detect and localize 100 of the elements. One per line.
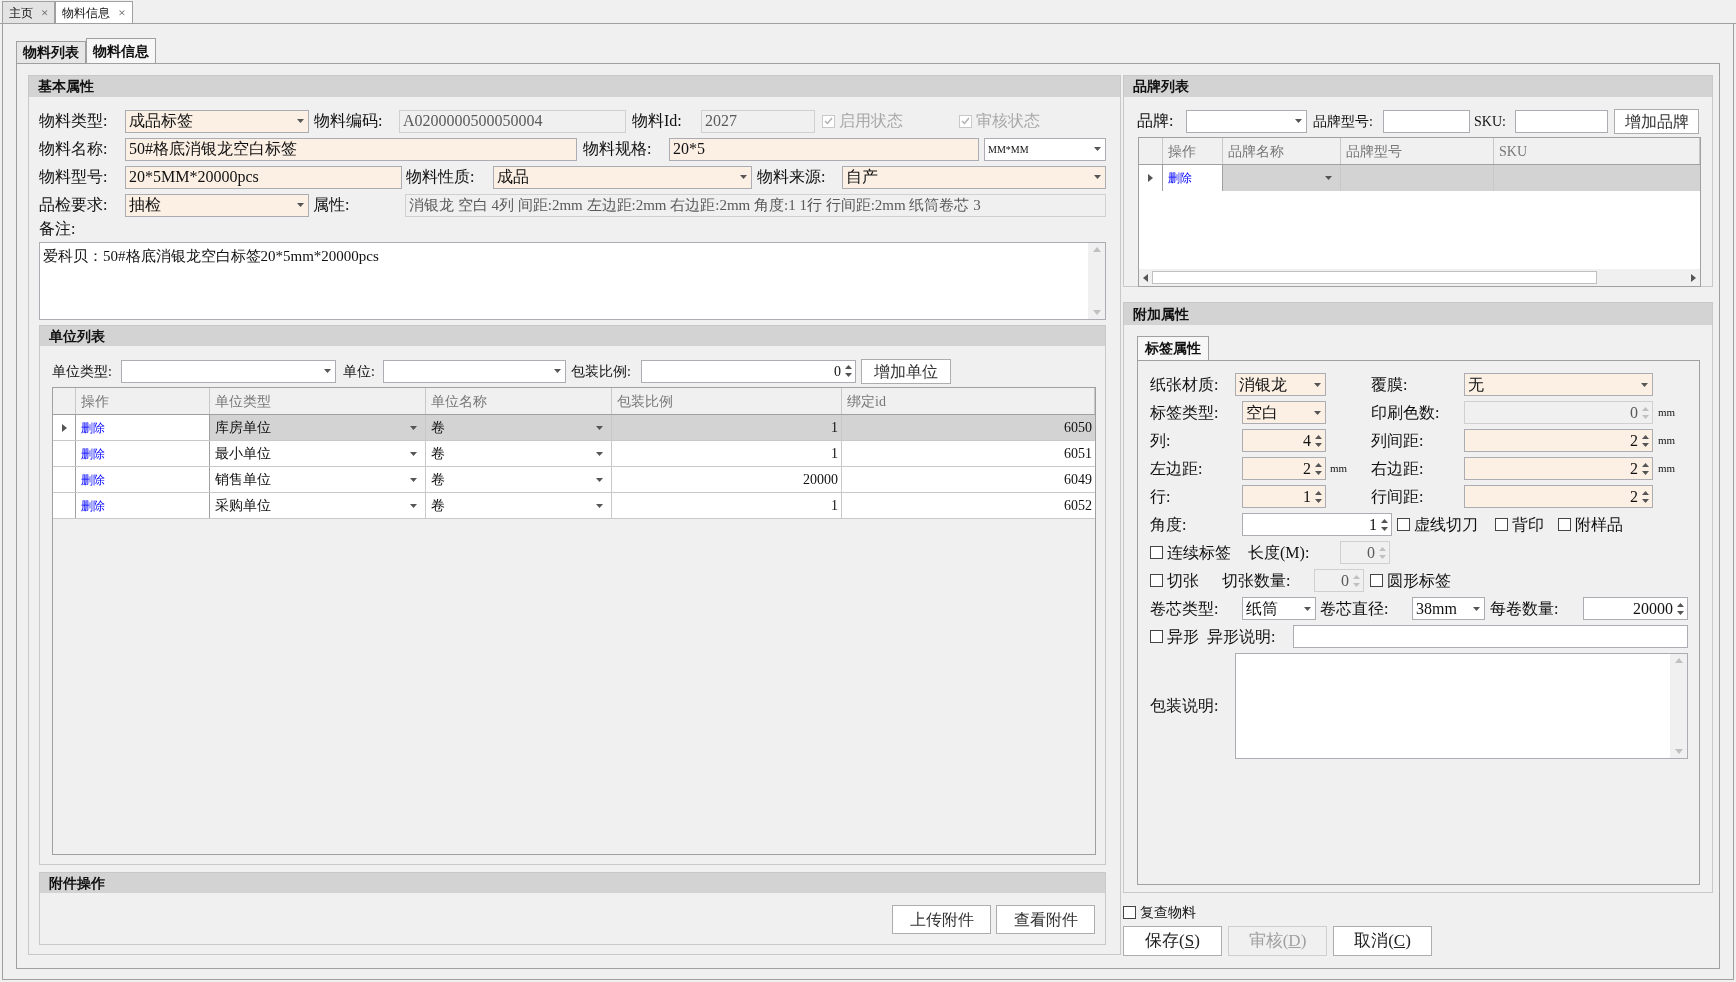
column-header[interactable]: SKU: [1494, 138, 1700, 164]
scroll-down-icon[interactable]: [1092, 310, 1101, 315]
table-row[interactable]: 删除: [1139, 165, 1700, 191]
scroll-right-icon[interactable]: [1691, 273, 1696, 282]
number-field[interactable]: 2: [1464, 457, 1653, 480]
checkbox[interactable]: 异形: [1150, 624, 1207, 649]
action-button[interactable]: 保存(S): [1123, 926, 1222, 956]
dropdown[interactable]: 纸筒: [1242, 597, 1316, 620]
number-field[interactable]: 1: [1242, 513, 1392, 536]
column-header[interactable]: 操作: [1163, 138, 1223, 164]
scroll-up-icon[interactable]: [1674, 658, 1683, 663]
number-field[interactable]: 2: [1464, 429, 1653, 452]
checkbox[interactable]: 虚线切刀: [1397, 512, 1495, 537]
dropdown[interactable]: 38mm: [1412, 597, 1485, 620]
table-cell[interactable]: 采购单位: [210, 493, 426, 518]
close-button[interactable]: ×: [41, 2, 49, 23]
dropdown[interactable]: 空白: [1242, 401, 1326, 424]
number-field[interactable]: 20000: [1583, 597, 1688, 620]
delete-link[interactable]: 删除: [81, 496, 105, 515]
spin-arrows-icon[interactable]: [1315, 489, 1322, 504]
table-cell[interactable]: 销售单位: [210, 467, 426, 492]
dropdown[interactable]: [121, 359, 336, 383]
column-header[interactable]: 品牌型号: [1341, 138, 1494, 164]
text-field[interactable]: 50#格底消银龙空白标签: [125, 137, 577, 161]
table-row[interactable]: 删除 采购单位 卷 1 6052: [53, 493, 1095, 519]
document-tab[interactable]: 主页 ×: [2, 1, 56, 23]
column-header[interactable]: 操作: [76, 388, 210, 414]
checkbox[interactable]: 背印: [1495, 512, 1558, 537]
unit-label: mm: [1657, 433, 1677, 449]
number-field[interactable]: 4: [1242, 429, 1326, 452]
checkbox[interactable]: 连续标签: [1150, 540, 1248, 565]
remark-field[interactable]: 爱科贝：50#格底消银龙空白标签20*5mm*20000pcs: [39, 242, 1106, 320]
spin-arrows-icon[interactable]: [1315, 433, 1322, 448]
table-cell-text: 6049: [1063, 471, 1093, 489]
add-button[interactable]: 增加品牌: [1614, 108, 1699, 134]
spin-arrows-icon[interactable]: [1315, 461, 1322, 476]
vertical-scrollbar[interactable]: [1088, 243, 1105, 319]
column-header[interactable]: 单位名称: [426, 388, 612, 414]
packing-field[interactable]: [1235, 653, 1688, 759]
table-cell[interactable]: 卷: [426, 493, 612, 518]
dropdown[interactable]: [383, 359, 566, 383]
dropdown[interactable]: 消银龙: [1235, 373, 1326, 396]
add-button[interactable]: 增加单位: [861, 358, 951, 384]
table-row[interactable]: 删除 最小单位 卷 1 6051: [53, 441, 1095, 467]
table-cell[interactable]: 卷: [426, 441, 612, 466]
close-button[interactable]: ×: [118, 2, 126, 23]
checkbox[interactable]: 切张: [1150, 568, 1222, 593]
text-field[interactable]: 20*5: [669, 137, 979, 161]
column-header[interactable]: 包装比例: [612, 388, 842, 414]
table-cell[interactable]: 卷: [426, 415, 612, 440]
dropdown[interactable]: 无: [1464, 373, 1653, 396]
checkbox[interactable]: 复查物料: [1123, 904, 1196, 920]
action-button[interactable]: 取消(C): [1333, 926, 1432, 956]
vertical-scrollbar[interactable]: [1670, 654, 1687, 758]
dropdown[interactable]: MM*MM: [984, 137, 1106, 161]
scroll-up-icon[interactable]: [1092, 247, 1101, 252]
spin-arrows-icon[interactable]: [1642, 489, 1649, 504]
text-field[interactable]: [1293, 625, 1688, 648]
page-tab[interactable]: 物料列表: [16, 41, 86, 63]
page-tab[interactable]: 物料信息: [86, 38, 156, 63]
table-cell: 20000: [612, 467, 842, 492]
checkbox[interactable]: 附样品: [1558, 512, 1638, 537]
text-field[interactable]: [1515, 109, 1608, 133]
dropdown[interactable]: [1186, 109, 1307, 133]
dropdown[interactable]: 成品标签: [125, 109, 309, 133]
properties-tab[interactable]: 标签属性: [1137, 336, 1209, 360]
table-cell[interactable]: 卷: [426, 467, 612, 492]
attachment-button[interactable]: 查看附件: [996, 905, 1095, 934]
spin-arrows-icon[interactable]: [1677, 601, 1684, 616]
text-field[interactable]: [1383, 109, 1470, 133]
column-header[interactable]: 单位类型: [210, 388, 426, 414]
scroll-down-icon[interactable]: [1674, 749, 1683, 754]
field-label: 行:: [1150, 486, 1172, 507]
attachment-button[interactable]: 上传附件: [892, 905, 991, 934]
column-header[interactable]: 品牌名称: [1223, 138, 1341, 164]
caret-icon: [297, 119, 304, 123]
table-row[interactable]: 删除 销售单位 卷 20000 6049: [53, 467, 1095, 493]
document-tab[interactable]: 物料信息 ×: [55, 1, 133, 23]
text-field[interactable]: 20*5MM*20000pcs: [125, 165, 402, 189]
spin-arrows-icon[interactable]: [1381, 517, 1388, 532]
delete-link[interactable]: 删除: [81, 444, 105, 463]
horizontal-scrollbar[interactable]: [1139, 269, 1700, 286]
column-header[interactable]: 绑定id: [842, 388, 1095, 414]
table-cell[interactable]: 最小单位: [210, 441, 426, 466]
dropdown[interactable]: 抽检: [125, 193, 309, 217]
dropdown[interactable]: 成品: [493, 165, 752, 189]
table-row[interactable]: 删除 库房单位 卷 1 6050: [53, 415, 1095, 441]
number-field[interactable]: 2: [1464, 485, 1653, 508]
table-cell[interactable]: 库房单位: [210, 415, 426, 440]
number-field[interactable]: 1: [1242, 485, 1326, 508]
number-field[interactable]: 2: [1242, 457, 1326, 480]
delete-link[interactable]: 删除: [81, 418, 105, 437]
spin-arrows-icon[interactable]: [1642, 461, 1649, 476]
spin-arrows-icon[interactable]: [1642, 433, 1649, 448]
number-field[interactable]: 0: [641, 359, 856, 383]
checkbox[interactable]: 圆形标签: [1370, 568, 1470, 593]
scroll-left-icon[interactable]: [1143, 273, 1148, 282]
delete-link[interactable]: 删除: [81, 470, 105, 489]
dropdown[interactable]: 自产: [842, 165, 1106, 189]
spin-arrows-icon[interactable]: [845, 364, 852, 378]
